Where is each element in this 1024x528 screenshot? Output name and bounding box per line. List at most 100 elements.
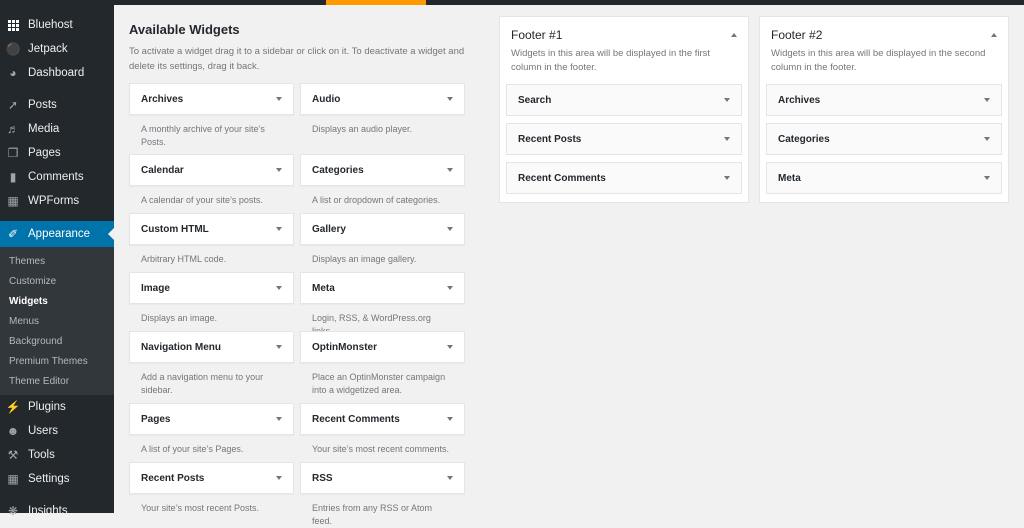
widget-title: Meta — [778, 172, 801, 184]
sidebar-item-jetpack[interactable]: ⚫ Jetpack — [0, 37, 114, 61]
widget-title-bar[interactable]: Archives — [129, 83, 294, 115]
expand-arrow-icon[interactable] — [447, 227, 453, 231]
sidebar-item-bluehost[interactable]: Bluehost — [0, 13, 114, 37]
available-widgets-title: Available Widgets — [129, 22, 240, 37]
widget-title-bar[interactable]: Calendar — [129, 154, 294, 186]
widget-description: Place an OptinMonster campaign into a wi… — [312, 372, 446, 395]
comment-icon: ▮ — [9, 170, 17, 184]
widget-recent-comments[interactable]: Recent Comments Your site’s most recent … — [300, 403, 465, 456]
expand-arrow-icon[interactable] — [724, 98, 730, 102]
expand-arrow-icon[interactable] — [447, 168, 453, 172]
expand-arrow-icon[interactable] — [984, 137, 990, 141]
widget-rss[interactable]: RSS Entries from any RSS or Atom feed. — [300, 462, 465, 528]
widget-description: Displays an image. — [141, 313, 218, 323]
widget-title: Gallery — [312, 223, 346, 235]
submenu-item-theme-editor[interactable]: Theme Editor — [0, 371, 114, 391]
widget-title-bar[interactable]: Navigation Menu — [129, 331, 294, 363]
placed-widget-archives[interactable]: Archives — [766, 84, 1002, 116]
sidebar-item-appearance[interactable]: ✐ Appearance — [0, 221, 114, 247]
widget-optinmonster[interactable]: OptinMonster Place an OptinMonster campa… — [300, 331, 465, 397]
sidebar-item-comments[interactable]: ▮ Comments — [0, 165, 114, 189]
widget-title-bar[interactable]: RSS — [300, 462, 465, 494]
sidebar-item-insights[interactable]: ❋ Insights — [0, 499, 114, 523]
admin-sidebar: Bluehost ⚫ Jetpack ◕ Dashboard ➚ Posts ♬… — [0, 5, 114, 518]
submenu-item-background[interactable]: Background — [0, 331, 114, 351]
widget-calendar[interactable]: Calendar A calendar of your site’s posts… — [129, 154, 294, 207]
expand-arrow-icon[interactable] — [276, 345, 282, 349]
sidebar-item-pages[interactable]: ❐ Pages — [0, 141, 114, 165]
widget-custom-html[interactable]: Custom HTML Arbitrary HTML code. — [129, 213, 294, 266]
widget-title-bar[interactable]: Custom HTML — [129, 213, 294, 245]
widget-area-header[interactable]: Footer #2 — [766, 17, 1002, 42]
widget-title: RSS — [312, 472, 333, 484]
widget-archives[interactable]: Archives A monthly archive of your site’… — [129, 83, 294, 149]
widget-pages[interactable]: Pages A list of your site’s Pages. — [129, 403, 294, 456]
widget-title: Meta — [312, 282, 335, 294]
expand-arrow-icon[interactable] — [447, 345, 453, 349]
widget-title-bar[interactable]: Image — [129, 272, 294, 304]
collapse-arrow-icon[interactable] — [731, 33, 737, 37]
widget-title: Search — [518, 94, 552, 106]
expand-arrow-icon[interactable] — [276, 476, 282, 480]
sidebar-item-wpforms[interactable]: ▦ WPForms — [0, 189, 114, 213]
sidebar-item-users[interactable]: ☻ Users — [0, 419, 114, 443]
widget-navigation-menu[interactable]: Navigation Menu Add a navigation menu to… — [129, 331, 294, 397]
sidebar-item-dashboard[interactable]: ◕ Dashboard — [0, 61, 114, 85]
admin-bar-active-tab[interactable] — [326, 0, 426, 5]
sidebar-item-label: Settings — [28, 473, 70, 485]
placed-widget-categories[interactable]: Categories — [766, 123, 1002, 155]
expand-arrow-icon[interactable] — [276, 286, 282, 290]
placed-widget-recent-posts[interactable]: Recent Posts — [506, 123, 742, 155]
widget-title-bar[interactable]: Pages — [129, 403, 294, 435]
expand-arrow-icon[interactable] — [447, 286, 453, 290]
sidebar-item-plugins[interactable]: ⚡ Plugins — [0, 395, 114, 419]
widget-title: Recent Posts — [518, 133, 582, 145]
submenu-item-customize[interactable]: Customize — [0, 271, 114, 291]
expand-arrow-icon[interactable] — [984, 176, 990, 180]
widget-gallery[interactable]: Gallery Displays an image gallery. — [300, 213, 465, 266]
expand-arrow-icon[interactable] — [724, 176, 730, 180]
widget-title-bar[interactable]: Gallery — [300, 213, 465, 245]
expand-arrow-icon[interactable] — [276, 417, 282, 421]
sidebar-item-label: Plugins — [28, 401, 66, 413]
sidebar-item-media[interactable]: ♬ Media — [0, 117, 114, 141]
submenu-item-widgets[interactable]: Widgets — [0, 291, 114, 311]
placed-widget-search[interactable]: Search — [506, 84, 742, 116]
expand-arrow-icon[interactable] — [724, 137, 730, 141]
widget-title-bar[interactable]: OptinMonster — [300, 331, 465, 363]
submenu-item-themes[interactable]: Themes — [0, 251, 114, 271]
widget-title: Audio — [312, 93, 341, 105]
widget-title-bar[interactable]: Recent Posts — [129, 462, 294, 494]
jetpack-icon: ⚫ — [5, 42, 21, 56]
widget-title-bar[interactable]: Categories — [300, 154, 465, 186]
widget-audio[interactable]: Audio Displays an audio player. — [300, 83, 465, 136]
submenu-item-premium-themes[interactable]: Premium Themes — [0, 351, 114, 371]
sidebar-item-tools[interactable]: ⚒ Tools — [0, 443, 114, 467]
widget-description: Displays an audio player. — [312, 124, 413, 134]
placed-widget-meta[interactable]: Meta — [766, 162, 1002, 194]
widget-title-bar[interactable]: Audio — [300, 83, 465, 115]
expand-arrow-icon[interactable] — [447, 476, 453, 480]
expand-arrow-icon[interactable] — [447, 417, 453, 421]
widget-recent-posts[interactable]: Recent Posts Your site’s most recent Pos… — [129, 462, 294, 515]
sidebar-item-settings[interactable]: ▦ Settings — [0, 467, 114, 491]
expand-arrow-icon[interactable] — [276, 168, 282, 172]
collapse-arrow-icon[interactable] — [991, 33, 997, 37]
submenu-item-menus[interactable]: Menus — [0, 311, 114, 331]
placed-widget-recent-comments[interactable]: Recent Comments — [506, 162, 742, 194]
expand-arrow-icon[interactable] — [276, 97, 282, 101]
widget-meta[interactable]: Meta Login, RSS, & WordPress.org links. — [300, 272, 465, 338]
expand-arrow-icon[interactable] — [276, 227, 282, 231]
widget-title-bar[interactable]: Recent Comments — [300, 403, 465, 435]
widget-image[interactable]: Image Displays an image. — [129, 272, 294, 325]
widget-title-bar[interactable]: Meta — [300, 272, 465, 304]
paintbrush-icon: ✐ — [7, 227, 19, 241]
widget-area-header[interactable]: Footer #1 — [506, 17, 742, 42]
sidebar-item-label: Jetpack — [28, 43, 68, 55]
widget-title: Categories — [312, 164, 364, 176]
sidebar-item-posts[interactable]: ➚ Posts — [0, 93, 114, 117]
widget-categories[interactable]: Categories A list or dropdown of categor… — [300, 154, 465, 207]
widget-description: Your site’s most recent comments. — [312, 444, 450, 454]
expand-arrow-icon[interactable] — [984, 98, 990, 102]
expand-arrow-icon[interactable] — [447, 97, 453, 101]
